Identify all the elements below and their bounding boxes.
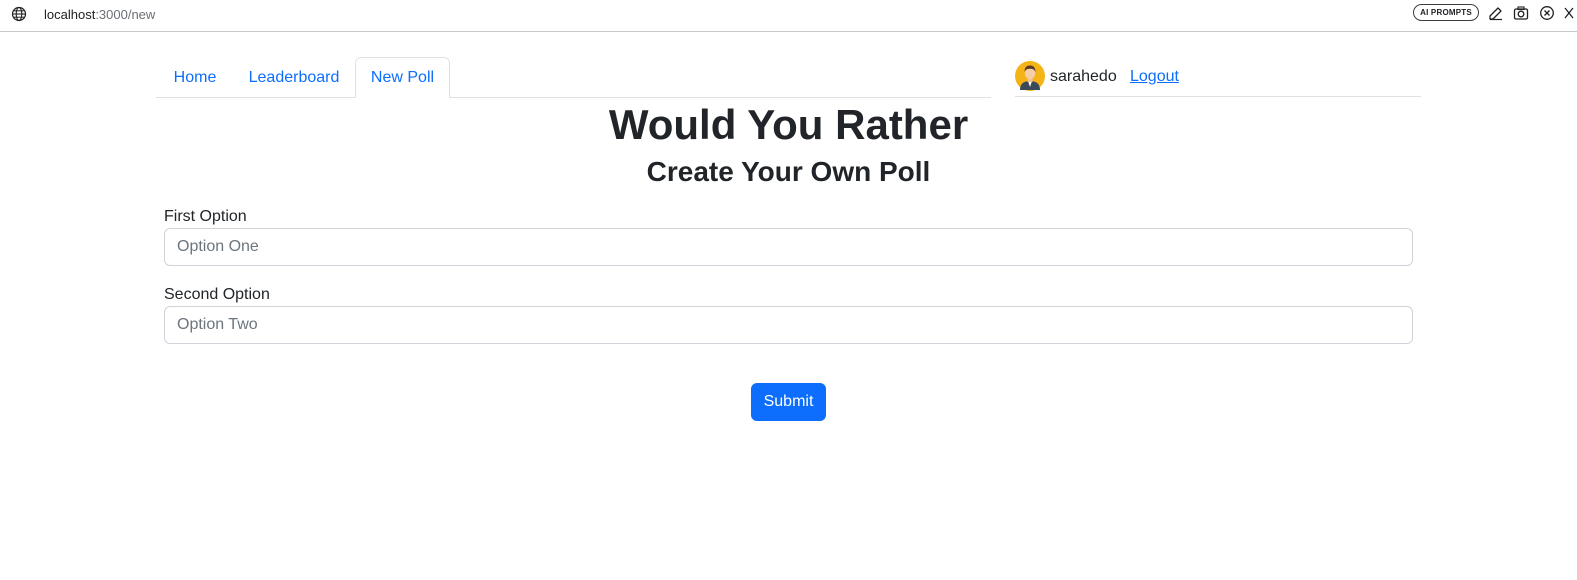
logout-link[interactable]: Logout <box>1130 67 1179 87</box>
tab-home[interactable]: Home <box>157 57 233 98</box>
camera-icon[interactable] <box>1513 5 1529 21</box>
page-title: Would You Rather <box>608 101 969 148</box>
username: sarahedo <box>1050 68 1117 85</box>
url-field[interactable]: localhost:3000/new <box>44 7 155 23</box>
submit-button[interactable]: Submit <box>751 383 826 421</box>
first-option-label: First Option <box>164 208 247 225</box>
tab-leaderboard[interactable]: Leaderboard <box>234 57 354 98</box>
page-subtitle: Create Your Own Poll <box>646 156 931 187</box>
close-circle-icon[interactable] <box>1539 5 1555 21</box>
main-nav-tabs: Home Leaderboard New Poll <box>156 57 991 98</box>
url-path: :3000/new <box>95 7 156 22</box>
more-icon[interactable] <box>1563 5 1577 21</box>
second-option-input[interactable] <box>164 306 1413 344</box>
url-host: localhost <box>44 7 96 22</box>
edit-icon[interactable] <box>1488 5 1504 21</box>
avatar-icon <box>1015 61 1045 91</box>
globe-icon <box>11 6 27 22</box>
second-option-label: Second Option <box>164 286 270 303</box>
first-option-input[interactable] <box>164 228 1413 266</box>
ai-prompts-button[interactable]: AI PROMPTS <box>1413 4 1479 21</box>
browser-address-bar: localhost:3000/new AI PROMPTS <box>0 0 1577 32</box>
tab-new-poll[interactable]: New Poll <box>355 57 450 98</box>
user-nav: sarahedo Logout <box>1015 57 1421 97</box>
